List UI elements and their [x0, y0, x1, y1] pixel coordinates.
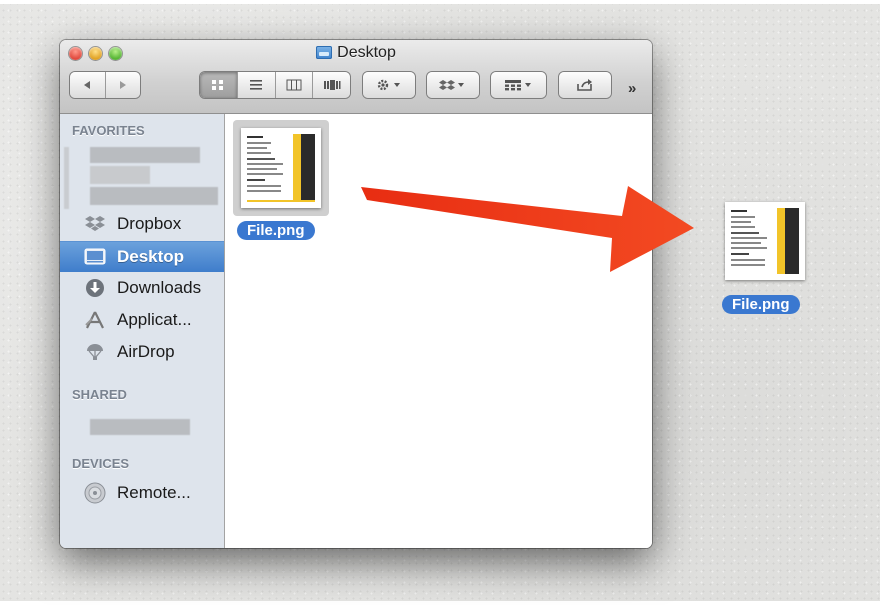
applications-icon: [84, 309, 106, 331]
icon-view-button[interactable]: [200, 72, 238, 98]
file-name-label[interactable]: File.png: [237, 221, 315, 240]
sidebar-item-airdrop[interactable]: AirDrop: [60, 337, 224, 367]
gear-icon: [377, 79, 400, 91]
icon-view-icon: [212, 80, 224, 90]
file-thumbnail[interactable]: [241, 128, 321, 208]
arrange-menu-button[interactable]: [491, 72, 546, 98]
sidebar-item-applications[interactable]: Applicat...: [60, 305, 224, 335]
dropbox-menu-button[interactable]: [427, 72, 479, 98]
coverflow-view-icon: [323, 80, 341, 90]
redacted-marker: [64, 147, 69, 209]
action-menu-button[interactable]: [363, 72, 415, 98]
toolbar-overflow-button[interactable]: »: [628, 80, 636, 97]
arrange-grid-icon: [504, 80, 531, 91]
image-border-top: [0, 0, 880, 4]
remote-disc-icon: [84, 482, 106, 504]
desktop-file-thumbnail[interactable]: [725, 202, 805, 280]
sidebar-item-desktop[interactable]: Desktop: [60, 241, 224, 272]
view-mode-control: [200, 72, 350, 98]
sidebar-item-dropbox[interactable]: Dropbox: [60, 209, 224, 239]
forward-button[interactable]: [106, 72, 141, 98]
finder-window: Desktop » FAVORITES Dropbox Desktop Down…: [60, 40, 652, 548]
redacted-item[interactable]: [90, 166, 150, 184]
back-forward-control: [70, 72, 140, 98]
share-button[interactable]: [559, 72, 611, 98]
column-view-icon: [286, 79, 302, 91]
image-border-bottom: [0, 601, 880, 605]
document-preview-image: [729, 206, 801, 276]
downloads-icon: [84, 277, 106, 299]
coverflow-view-button[interactable]: [313, 72, 350, 98]
share-icon: [577, 79, 592, 91]
sidebar-item-remote-disc[interactable]: Remote...: [60, 478, 224, 508]
sidebar: FAVORITES Dropbox Desktop Downloads Appl…: [60, 114, 225, 548]
sidebar-item-downloads[interactable]: Downloads: [60, 273, 224, 303]
list-view-icon: [250, 80, 263, 90]
document-preview-image: [245, 132, 317, 204]
shared-header: SHARED: [72, 387, 127, 402]
desktop-file-name-label[interactable]: File.png: [722, 295, 800, 314]
dropbox-icon: [84, 213, 106, 235]
file-browser-content[interactable]: File.png: [225, 114, 652, 548]
redacted-item[interactable]: [90, 147, 200, 163]
back-button[interactable]: [70, 72, 106, 98]
airdrop-icon: [84, 341, 106, 363]
window-title: Desktop: [60, 44, 652, 62]
column-view-button[interactable]: [276, 72, 314, 98]
favorites-header: FAVORITES: [72, 123, 145, 138]
list-view-button[interactable]: [238, 72, 276, 98]
redacted-shared-item[interactable]: [90, 419, 190, 435]
forward-arrow-icon: [119, 81, 126, 89]
back-arrow-icon: [84, 81, 91, 89]
redacted-item[interactable]: [90, 187, 218, 205]
desktop-icon: [84, 246, 106, 268]
folder-icon: [316, 46, 333, 59]
devices-header: DEVICES: [72, 456, 130, 471]
titlebar[interactable]: Desktop »: [60, 40, 652, 114]
dropbox-icon: [439, 80, 464, 90]
